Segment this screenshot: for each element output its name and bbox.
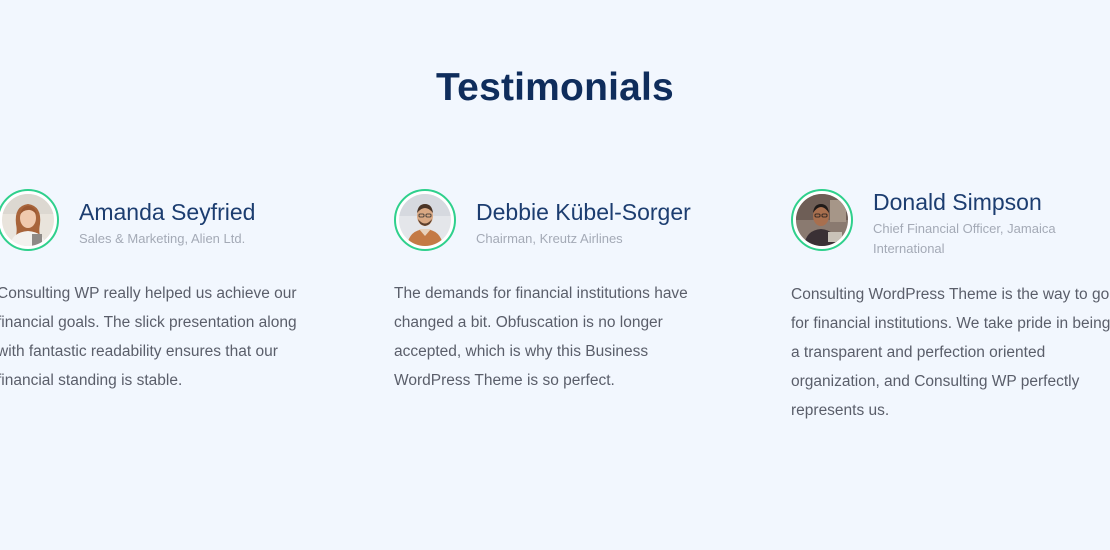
- testimonial-header: Debbie Kübel-Sorger Chairman, Kreutz Air…: [394, 188, 724, 256]
- avatar: [791, 189, 853, 251]
- testimonial-header: Donald Simpson Chief Financial Officer, …: [791, 188, 1110, 256]
- person-info: Debbie Kübel-Sorger Chairman, Kreutz Air…: [476, 199, 716, 249]
- testimonial-quote: Consulting WordPress Theme is the way to…: [791, 286, 1110, 419]
- section-title: Testimonials: [436, 66, 674, 109]
- testimonial-card: Debbie Kübel-Sorger Chairman, Kreutz Air…: [394, 188, 724, 395]
- person-name: Amanda Seyfried: [79, 199, 256, 225]
- person-role: Sales & Marketing, Alien Ltd.: [79, 231, 246, 246]
- avatar-photo-debbie: [399, 194, 451, 246]
- person-name: Donald Simpson: [873, 189, 1042, 215]
- testimonial-header: Amanda Seyfried Sales & Marketing, Alien…: [0, 188, 327, 256]
- testimonial-quote: The demands for financial institutions h…: [394, 285, 688, 389]
- avatar-photo-donald: [796, 194, 848, 246]
- person-role: Chairman, Kreutz Airlines: [476, 231, 623, 246]
- avatar: [0, 189, 59, 251]
- testimonials-section: Testimonials Amanda Seyfried Sales & Mar…: [0, 0, 1110, 550]
- avatar-photo-amanda: [2, 194, 54, 246]
- person-name: Debbie Kübel-Sorger: [476, 199, 691, 225]
- testimonial-quote: Consulting WP really helped us achieve o…: [0, 285, 297, 389]
- person-role: Chief Financial Officer, Jamaica Interna…: [873, 221, 1056, 256]
- person-info: Amanda Seyfried Sales & Marketing, Alien…: [79, 199, 319, 249]
- person-info: Donald Simpson Chief Financial Officer, …: [873, 189, 1110, 259]
- testimonial-card: Donald Simpson Chief Financial Officer, …: [791, 188, 1110, 425]
- testimonial-card: Amanda Seyfried Sales & Marketing, Alien…: [0, 188, 327, 395]
- avatar: [394, 189, 456, 251]
